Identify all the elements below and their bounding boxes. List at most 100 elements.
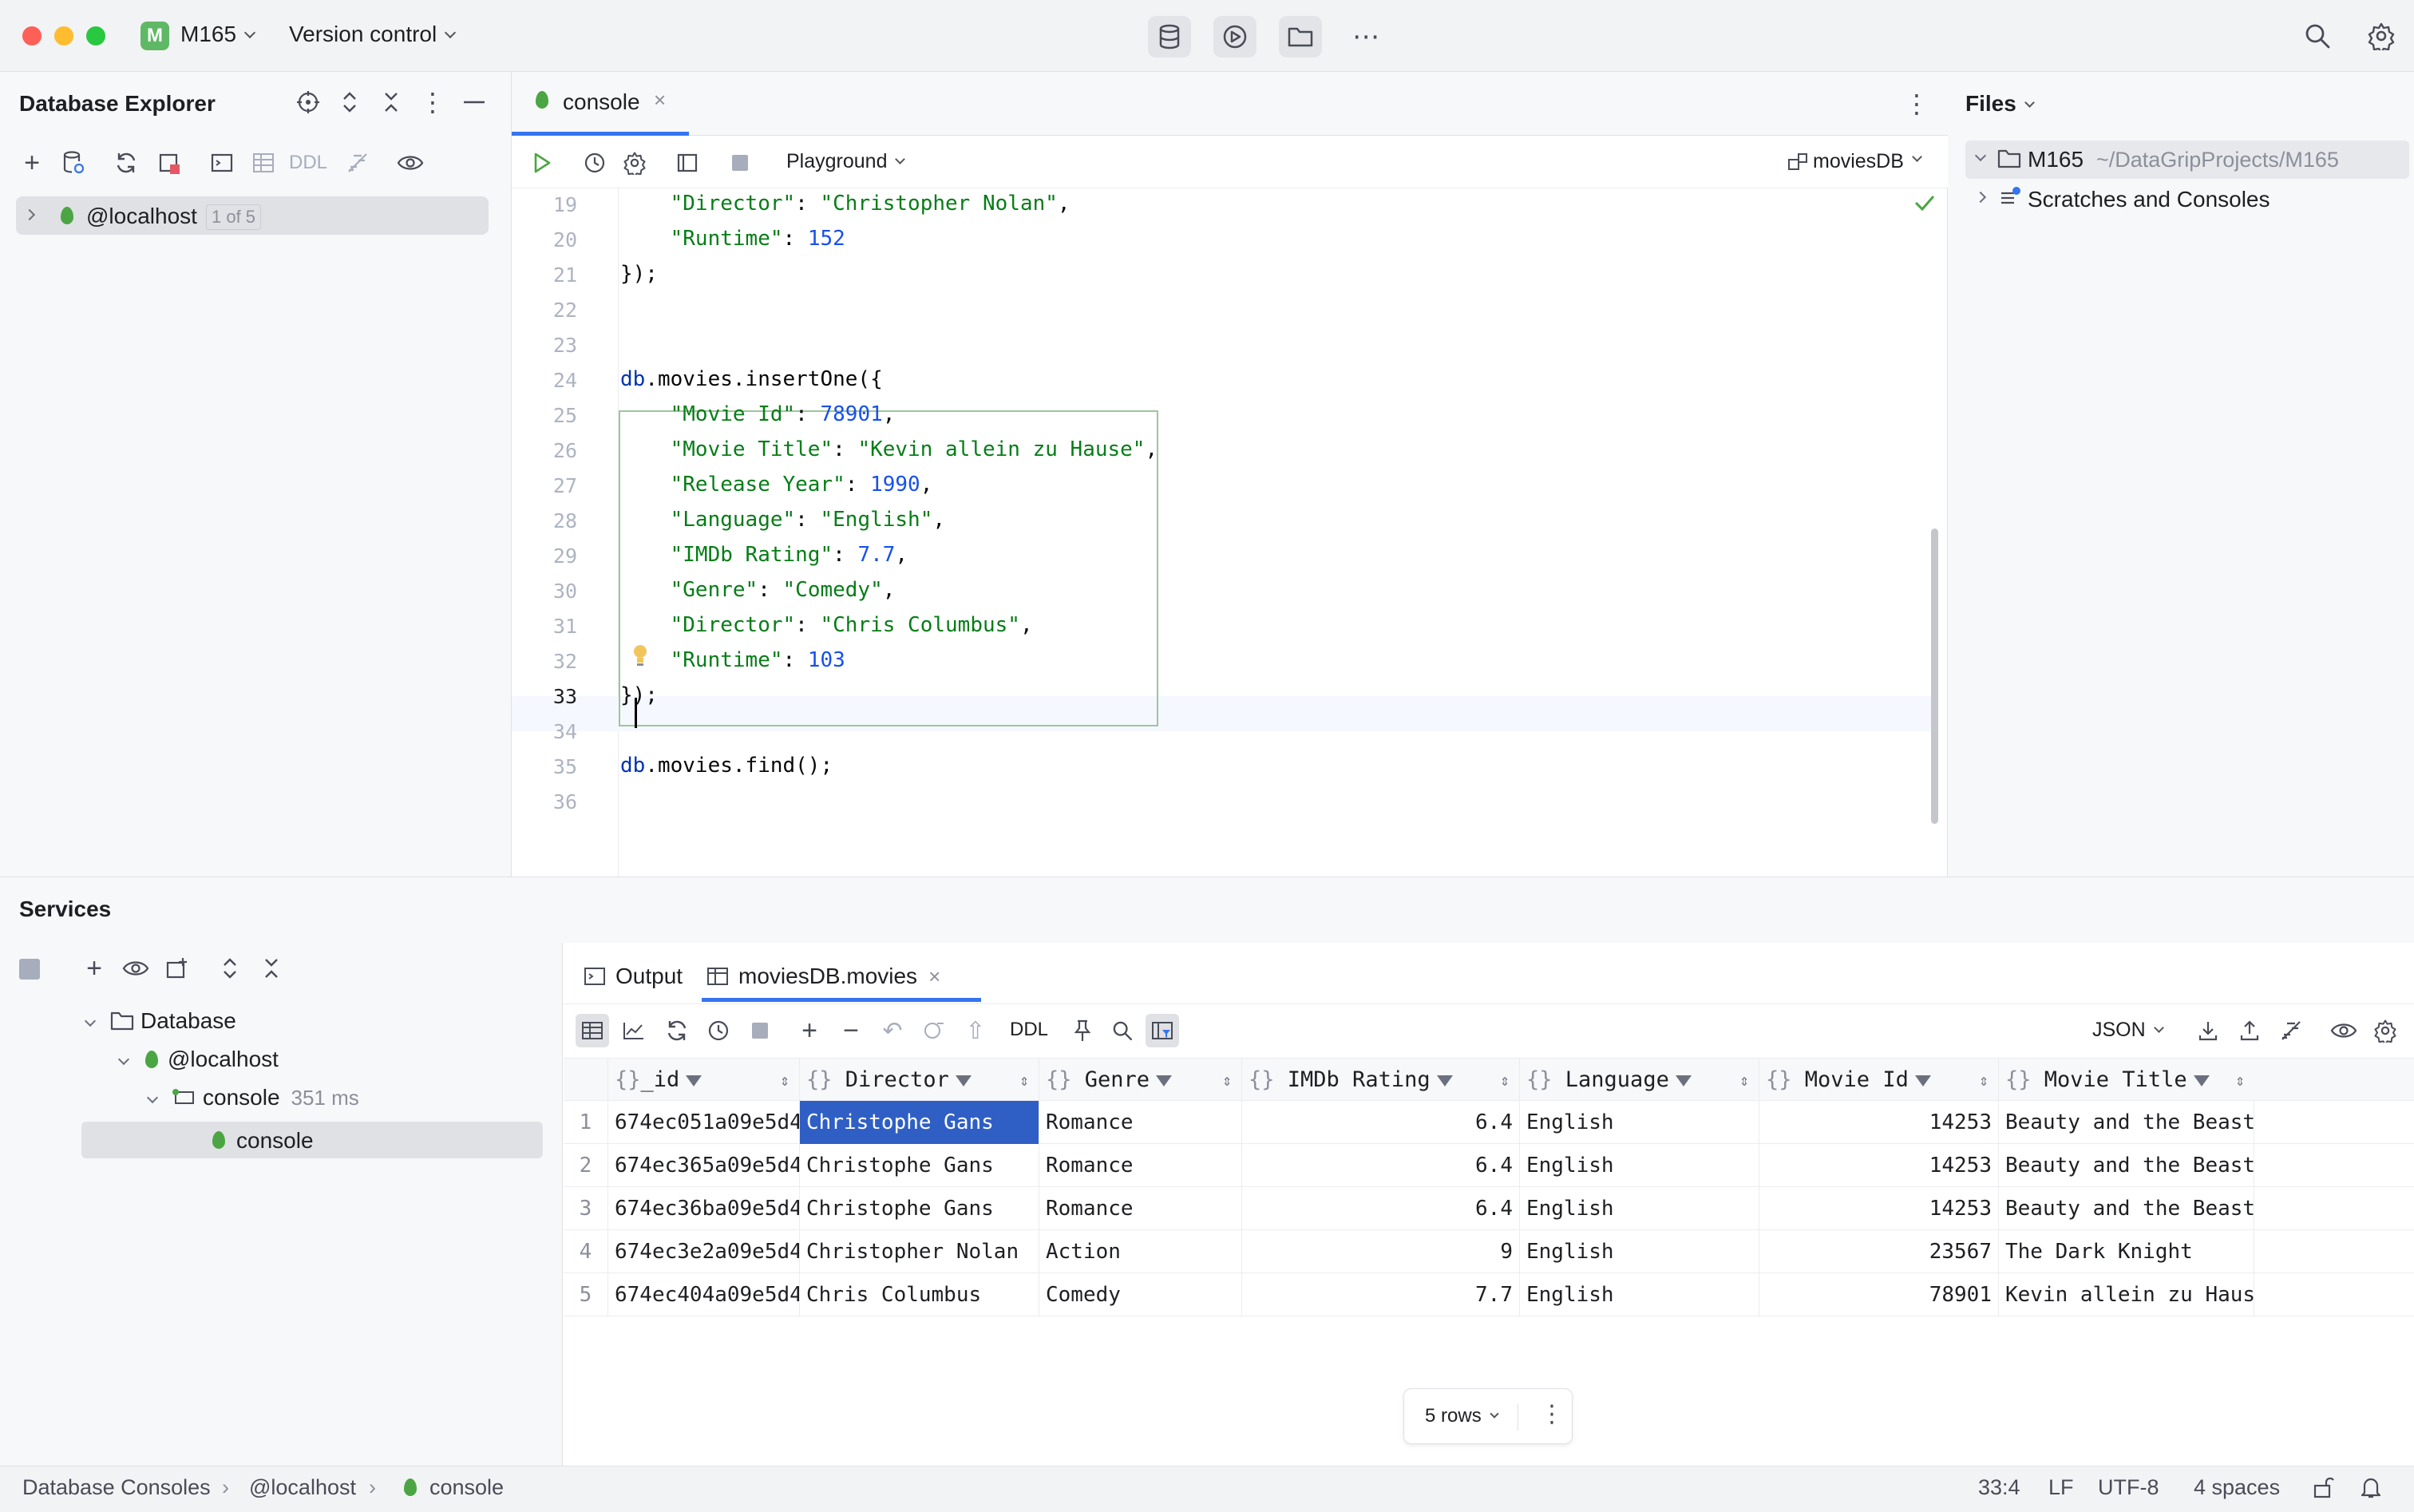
project-switcher[interactable]: M165 (180, 22, 256, 47)
cell-imdb-rating[interactable]: 6.4 (1242, 1101, 1520, 1144)
code-line[interactable]: "Director": "Christopher Nolan", (620, 192, 1070, 216)
hide-panel-icon[interactable] (458, 86, 490, 118)
cell-id[interactable]: 674ec051a09e5d41b91aca22 (608, 1101, 800, 1144)
cell-genre[interactable]: Romance (1039, 1144, 1242, 1187)
code-line[interactable]: "IMDb Rating": 7.7, (620, 543, 908, 567)
breadcrumb-localhost[interactable]: @localhost (249, 1475, 356, 1500)
new-tab-icon[interactable] (161, 952, 193, 984)
table-view-icon[interactable] (576, 1014, 609, 1047)
intention-bulb-icon[interactable] (631, 643, 649, 673)
cell-movie-title[interactable]: Beauty and the Beast (1999, 1144, 2254, 1187)
breadcrumb-console[interactable]: console (429, 1475, 504, 1500)
table-row[interactable]: 3674ec36ba09e5d41b91aca29Christophe Gans… (564, 1187, 2414, 1230)
search-icon[interactable] (1106, 1014, 1139, 1047)
cell-id[interactable]: 674ec404a09e5d41b91aca2d (608, 1273, 800, 1316)
run-button[interactable] (526, 147, 558, 179)
view-options-icon[interactable] (2327, 1014, 2361, 1047)
stop-icon[interactable] (724, 147, 756, 179)
project-tree-node[interactable]: M165 ~/DataGripProjects/M165 (1965, 141, 2409, 179)
cell-imdb-rating[interactable]: 7.7 (1242, 1273, 1520, 1316)
refresh-icon[interactable] (660, 1014, 694, 1047)
code-line[interactable]: db.movies.find(); (620, 754, 833, 778)
notifications-bell-icon[interactable] (2360, 1475, 2382, 1505)
cell-id[interactable]: 674ec3e2a09e5d41b91aca2b (608, 1230, 800, 1273)
cell-imdb-rating[interactable]: 6.4 (1242, 1144, 1520, 1187)
cell-language[interactable]: English (1520, 1230, 1759, 1273)
compare-icon[interactable] (2274, 1014, 2308, 1047)
cell-director[interactable]: Christophe Gans (800, 1187, 1039, 1230)
sort-icon[interactable]: ⇕ (1222, 1059, 1232, 1102)
sort-icon[interactable]: ⇕ (1019, 1059, 1029, 1102)
column-header-genre[interactable]: {} Genre ⇕ (1039, 1059, 1242, 1102)
cell-id[interactable]: 674ec365a09e5d41b91aca27 (608, 1144, 800, 1187)
filter-icon[interactable] (686, 1075, 702, 1087)
read-only-lock-icon[interactable] (2312, 1475, 2334, 1505)
close-tab-icon[interactable]: × (928, 964, 940, 989)
host-tree-node[interactable]: @localhost 1 of 5 (16, 196, 489, 235)
layout-icon[interactable] (671, 147, 703, 179)
push-icon[interactable]: ⇧ (959, 1014, 992, 1047)
stop-icon[interactable] (743, 1014, 777, 1047)
run-mode-dropdown[interactable]: Playground (786, 150, 906, 173)
sort-icon[interactable]: ⇕ (1979, 1059, 1989, 1102)
add-row-icon[interactable]: + (793, 1014, 826, 1047)
caret-position[interactable]: 33:4 (1978, 1475, 2020, 1500)
data-source-properties-icon[interactable] (57, 147, 89, 179)
cell-director[interactable]: Christophe Gans (800, 1144, 1039, 1187)
cell-movie-id[interactable]: 14253 (1759, 1144, 1999, 1187)
pin-icon[interactable] (1066, 1014, 1099, 1047)
cell-movie-id[interactable]: 78901 (1759, 1273, 1999, 1316)
cell-movie-title[interactable]: Beauty and the Beast (1999, 1187, 2254, 1230)
project-badge[interactable]: M (140, 22, 169, 50)
sort-icon[interactable]: ⇕ (780, 1059, 789, 1102)
code-line[interactable]: "Language": "English", (620, 508, 945, 532)
view-options-icon[interactable] (120, 952, 152, 984)
code-line[interactable]: "Genre": "Comedy", (620, 578, 896, 602)
code-line[interactable]: "Director": "Chris Columbus", (620, 613, 1033, 637)
add-service-icon[interactable]: + (78, 952, 110, 984)
code-line[interactable]: "Movie Id": 78901, (620, 402, 896, 426)
cell-imdb-rating[interactable]: 9 (1242, 1230, 1520, 1273)
column-header-language[interactable]: {} Language ⇕ (1520, 1059, 1759, 1102)
editor-tabs-menu-icon[interactable]: ⋮ (1901, 88, 1933, 120)
cell-movie-title[interactable]: Beauty and the Beast (1999, 1101, 2254, 1144)
cell-id[interactable]: 674ec36ba09e5d41b91aca29 (608, 1187, 800, 1230)
ddl-button[interactable]: DDL (289, 152, 327, 174)
filter-icon[interactable] (1156, 1075, 1173, 1087)
zoom-window-button[interactable] (86, 26, 105, 46)
rows-count-dropdown[interactable]: 5 rows (1425, 1405, 1499, 1427)
cell-movie-title[interactable]: Kevin allein zu Hause (1999, 1273, 2254, 1316)
file-encoding[interactable]: UTF-8 (2098, 1475, 2159, 1500)
history-icon[interactable] (702, 1014, 735, 1047)
chart-view-icon[interactable] (617, 1014, 651, 1047)
compare-icon[interactable] (342, 147, 374, 179)
cell-movie-title[interactable]: The Dark Knight (1999, 1230, 2254, 1273)
sort-icon[interactable]: ⇕ (2235, 1059, 2245, 1102)
stop-icon[interactable] (19, 959, 40, 980)
grid-settings-icon[interactable] (2368, 1014, 2402, 1047)
cell-director[interactable]: Christopher Nolan (800, 1230, 1039, 1273)
column-header-movie-title[interactable]: {} Movie Title ⇕ (1999, 1059, 2254, 1102)
code-line[interactable]: "Runtime": 152 (620, 227, 845, 251)
refresh-icon[interactable] (110, 147, 142, 179)
column-header-director[interactable]: {} Director ⇕ (800, 1059, 1039, 1102)
format-dropdown[interactable]: JSON (2092, 1019, 2164, 1042)
filter-icon[interactable] (955, 1075, 972, 1087)
cell-genre[interactable]: Romance (1039, 1187, 1242, 1230)
table-row[interactable]: 1674ec051a09e5d41b91aca22Christophe Gans… (564, 1101, 2414, 1144)
close-tab-icon[interactable]: × (654, 88, 666, 113)
code-line[interactable]: "Release Year": 1990, (620, 473, 933, 497)
locate-icon[interactable] (294, 86, 323, 118)
cell-genre[interactable]: Action (1039, 1230, 1242, 1273)
indent-setting[interactable]: 4 spaces (2194, 1475, 2280, 1500)
code-line[interactable]: }); (620, 262, 658, 286)
database-selector[interactable]: moviesDB (1787, 150, 1922, 173)
version-control-menu[interactable]: Version control (289, 22, 457, 47)
filter-icon[interactable] (2193, 1075, 2210, 1087)
import-icon[interactable] (2233, 1014, 2266, 1047)
filter-view-icon[interactable] (1146, 1014, 1179, 1047)
cell-director[interactable]: Christophe Gans (800, 1101, 1039, 1144)
files-tool-button[interactable] (1279, 16, 1322, 57)
cell-movie-id[interactable]: 14253 (1759, 1187, 1999, 1230)
settings-icon[interactable] (619, 147, 651, 179)
